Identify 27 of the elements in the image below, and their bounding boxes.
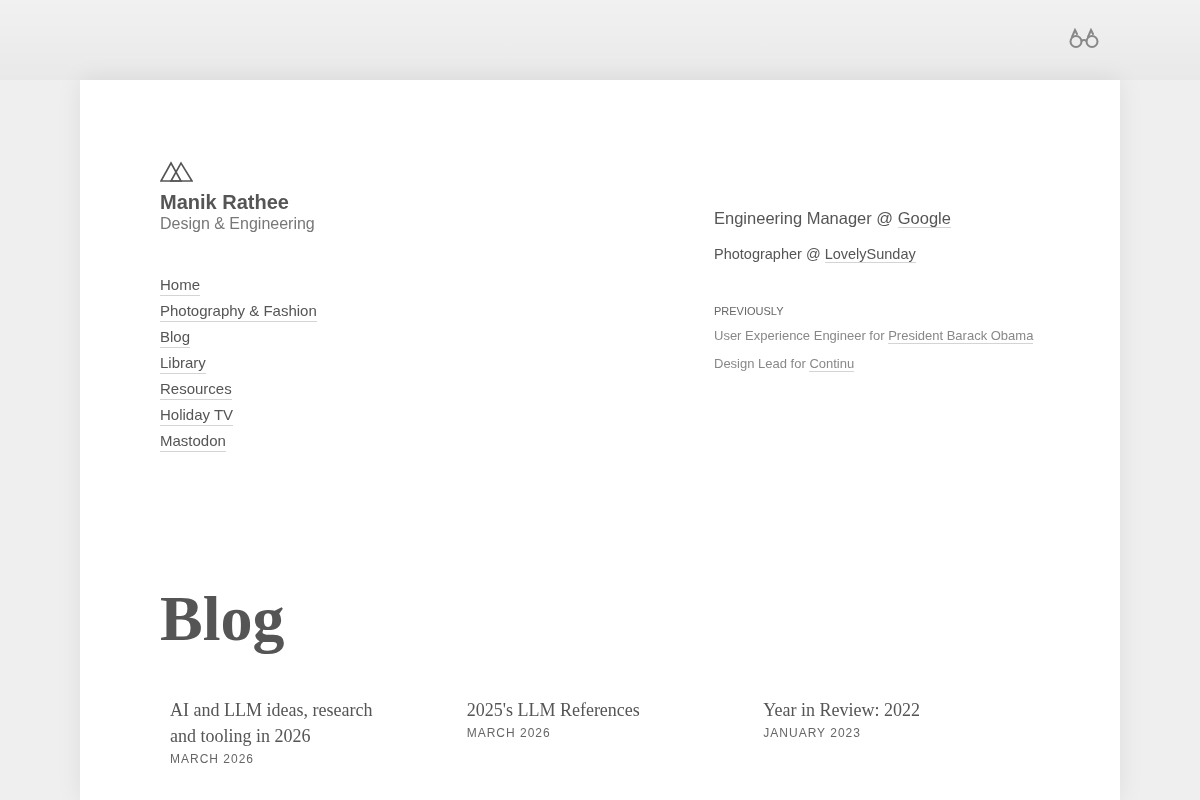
previous-role-line: Design Lead for Continu [714,355,855,374]
nav-link[interactable]: Library [160,353,206,374]
section-heading: Blog [160,583,285,655]
nav-link[interactable]: Resources [160,379,232,400]
previous-role-line: User Experience Engineer for President Barack Obama [714,327,1034,346]
nav-link[interactable]: Holiday TV [160,405,234,426]
mountains-logo-icon [160,160,193,182]
site-name: Manik Rathee [160,190,290,214]
glasses-icon[interactable] [1068,28,1100,48]
nav-link[interactable]: Home [160,275,200,296]
employer-link[interactable]: Google [897,209,951,228]
employer-link[interactable]: President Barack Obama [888,328,1034,344]
post-title-link[interactable]: 2025's LLM References [466,697,697,723]
employer-link[interactable]: LovelySunday [824,246,916,263]
site-tagline: Design & Engineering [160,214,316,234]
post-date: JANUARY 2023 [763,725,862,741]
post-date: MARCH 2026 [466,725,552,741]
post-title-link[interactable]: AI and LLM ideas, research and tooling in 2026 [170,697,400,749]
employer-link[interactable]: Continu [809,356,855,372]
post-title-link[interactable]: Year in Review: 2022 [763,697,994,723]
nav-link[interactable]: Photography & Fashion [160,301,317,322]
role-line: Engineering Manager @ Google [714,208,952,228]
post-date: MARCH 2026 [170,751,256,767]
previously-label: PREVIOUSLY [714,304,785,318]
nav-link[interactable]: Mastodon [160,431,226,452]
nav-link[interactable]: Blog [160,327,191,348]
role-line: Photographer @ LovelySunday [714,245,917,264]
